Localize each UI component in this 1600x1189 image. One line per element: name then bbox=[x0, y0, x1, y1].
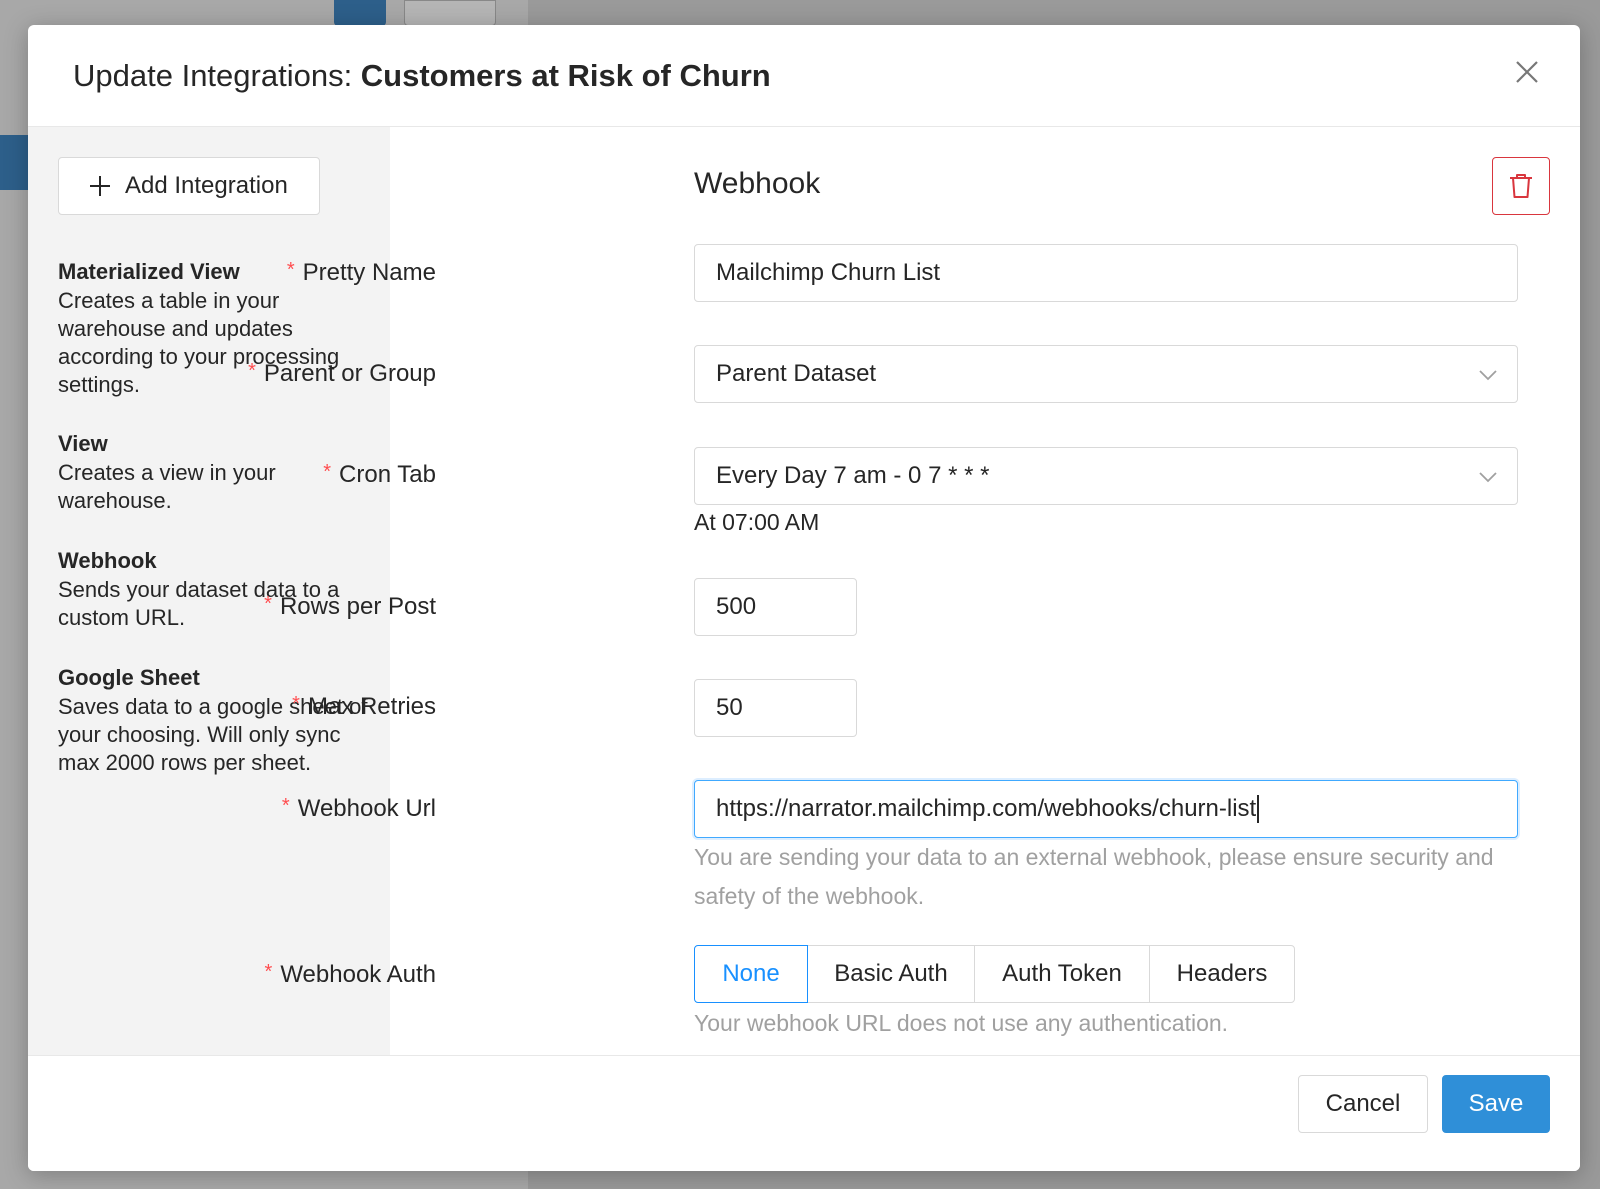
save-button[interactable]: Save bbox=[1442, 1075, 1550, 1133]
pretty-name-label: * Pretty Name bbox=[287, 259, 436, 287]
dataset-name: Customers at Risk of Churn bbox=[360, 58, 771, 93]
max-retries-label: * Max Retries bbox=[292, 693, 436, 721]
rows-per-post-input[interactable]: 500 bbox=[694, 578, 857, 636]
add-integration-label: Add Integration bbox=[125, 172, 288, 199]
background-toolbar-button bbox=[404, 0, 496, 26]
cron-tab-label-text: Cron Tab bbox=[339, 461, 436, 488]
required-mark: * bbox=[323, 461, 332, 483]
max-retries-input[interactable]: 50 bbox=[694, 679, 857, 737]
integration-title: Webhook bbox=[58, 548, 157, 573]
background-tab bbox=[0, 135, 28, 190]
modal-header: Update Integrations: Customers at Risk o… bbox=[28, 25, 1580, 127]
max-retries-value: 50 bbox=[716, 694, 743, 721]
auth-option-none[interactable]: None bbox=[694, 945, 808, 1003]
rows-per-post-label-text: Rows per Post bbox=[279, 593, 436, 620]
cron-tab-label: * Cron Tab bbox=[323, 461, 436, 489]
webhook-auth-label: * Webhook Auth bbox=[265, 961, 436, 989]
modal-title-prefix: Update Integrations: bbox=[73, 58, 361, 93]
parent-group-value: Parent Dataset bbox=[716, 360, 877, 387]
webhook-url-value: https://narrator.mailchimp.com/webhooks/… bbox=[716, 795, 1257, 822]
integration-title: Google Sheet bbox=[58, 665, 200, 690]
required-mark: * bbox=[286, 259, 295, 281]
webhook-auth-label-text: Webhook Auth bbox=[280, 961, 436, 988]
pretty-name-value: Mailchimp Churn List bbox=[716, 259, 941, 286]
modal-footer: Cancel Save bbox=[28, 1055, 1580, 1171]
required-mark: * bbox=[264, 593, 272, 615]
webhook-url-label-text: Webhook Url bbox=[297, 795, 436, 822]
required-mark: * bbox=[292, 693, 300, 715]
close-icon[interactable] bbox=[1512, 57, 1542, 87]
webhook-url-label: * Webhook Url bbox=[282, 795, 436, 823]
auth-option-headers[interactable]: Headers bbox=[1149, 945, 1295, 1003]
rows-per-post-label: * Rows per Post bbox=[264, 593, 436, 621]
required-mark: * bbox=[264, 961, 273, 983]
text-cursor bbox=[1257, 795, 1259, 823]
auth-option-basic-auth[interactable]: Basic Auth bbox=[807, 945, 975, 1003]
modal-title: Update Integrations: Customers at Risk o… bbox=[73, 58, 771, 94]
webhook-auth-radio-group: None Basic Auth Auth Token Headers bbox=[694, 945, 1295, 1003]
update-integrations-modal: Update Integrations: Customers at Risk o… bbox=[28, 25, 1580, 1171]
required-mark: * bbox=[248, 360, 256, 382]
plus-icon bbox=[90, 176, 110, 196]
delete-integration-button[interactable] bbox=[1492, 157, 1550, 215]
webhook-url-input[interactable]: https://narrator.mailchimp.com/webhooks/… bbox=[694, 780, 1518, 838]
rows-per-post-value: 500 bbox=[716, 593, 757, 620]
cron-tab-value: Every Day 7 am - 0 7 * * * bbox=[716, 462, 990, 489]
modal-body: Add Integration Materialized View Create… bbox=[28, 127, 1580, 1055]
required-mark: * bbox=[281, 795, 290, 817]
parent-group-select[interactable]: Parent Dataset bbox=[694, 345, 1518, 403]
chevron-down-icon bbox=[1479, 370, 1497, 381]
webhook-url-help: You are sending your data to an external… bbox=[694, 844, 1494, 909]
section-title: Webhook bbox=[694, 167, 821, 200]
cancel-button[interactable]: Cancel bbox=[1298, 1075, 1428, 1133]
cron-tab-help: At 07:00 AM bbox=[694, 509, 820, 535]
parent-group-label: * Parent or Group bbox=[248, 360, 436, 388]
parent-group-label-text: Parent or Group bbox=[263, 360, 436, 387]
webhook-auth-help: Your webhook URL does not use any authen… bbox=[694, 1010, 1229, 1036]
chevron-down-icon bbox=[1479, 472, 1497, 483]
pretty-name-input[interactable]: Mailchimp Churn List bbox=[694, 244, 1518, 302]
webhook-form: Webhook * Pretty Name Mailchimp Churn Lis… bbox=[248, 127, 1580, 1055]
trash-icon bbox=[1510, 174, 1532, 198]
add-integration-button[interactable]: Add Integration bbox=[58, 157, 320, 215]
auth-option-auth-token[interactable]: Auth Token bbox=[974, 945, 1150, 1003]
background-edit-button bbox=[334, 0, 386, 26]
pretty-name-label-text: Pretty Name bbox=[302, 259, 436, 286]
cron-tab-select[interactable]: Every Day 7 am - 0 7 * * * bbox=[694, 447, 1518, 505]
max-retries-label-text: Max Retries bbox=[307, 693, 436, 720]
integration-title: View bbox=[58, 431, 108, 456]
